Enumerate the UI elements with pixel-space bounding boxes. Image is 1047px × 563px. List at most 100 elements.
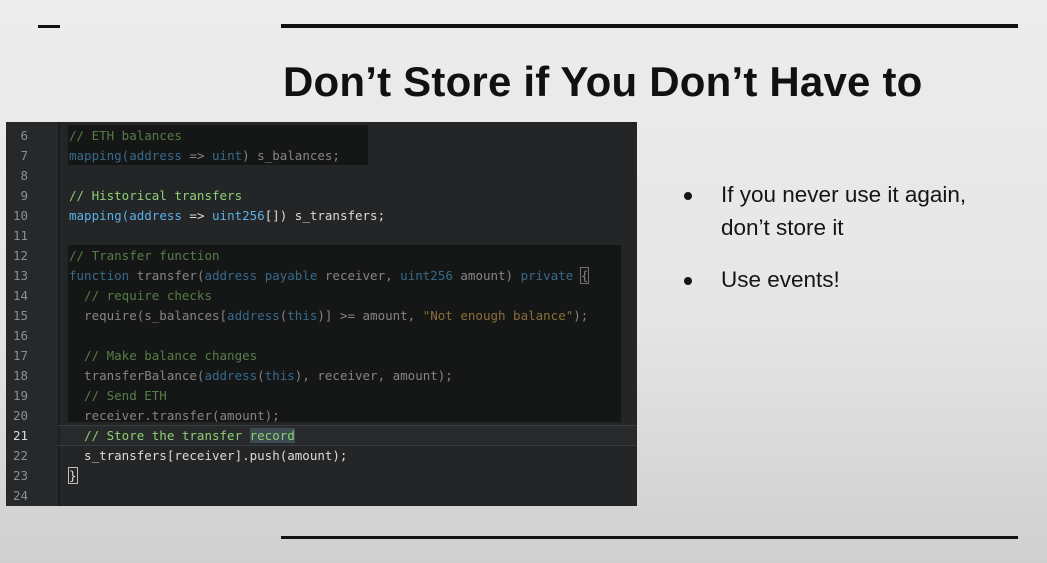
code-text: // Make balance changes xyxy=(69,346,257,366)
code-text: // require checks xyxy=(69,286,212,306)
code-text: mapping(address => uint256[]) s_transfer… xyxy=(69,206,385,226)
top-rule xyxy=(281,24,1018,28)
code-token: ( xyxy=(257,368,265,383)
code-line: 13 function transfer(address payable rece… xyxy=(6,266,637,286)
code-token: uint256 xyxy=(400,268,461,283)
code-text: // Store the transfer record xyxy=(69,426,295,446)
line-number: 11 xyxy=(12,228,28,243)
code-text: // Historical transfers xyxy=(69,186,242,206)
line-number: 17 xyxy=(12,348,28,363)
code-token: record xyxy=(249,428,295,443)
code-token: address xyxy=(204,268,265,283)
corner-dash xyxy=(38,25,60,28)
code-text: mapping(address => uint) s_balances; xyxy=(69,146,340,166)
code-token: ) s_balances; xyxy=(242,148,340,163)
code-token: "Not enough balance" xyxy=(422,308,574,323)
code-token: private xyxy=(520,268,581,283)
bullet-item: Use events! xyxy=(682,263,1011,296)
code-token: // Historical transfers xyxy=(69,188,243,203)
code-token: => xyxy=(181,148,213,163)
code-token: // Send ETH xyxy=(69,388,167,403)
code-token: function xyxy=(69,268,137,283)
line-number: 9 xyxy=(20,188,28,203)
code-token: this xyxy=(264,368,295,383)
code-token: receiver, xyxy=(324,268,401,283)
code-token: // Transfer function xyxy=(69,248,220,263)
code-token: payable xyxy=(264,268,325,283)
line-number: 18 xyxy=(12,368,28,383)
code-line: 18 transferBalance(address(this), receiv… xyxy=(6,366,637,386)
code-token: // Make balance changes xyxy=(69,348,258,363)
line-number: 13 xyxy=(12,268,28,283)
code-token: address xyxy=(129,208,182,223)
code-line: 20 receiver.transfer(amount); xyxy=(6,406,637,426)
code-token: uint256 xyxy=(212,208,265,223)
code-text: receiver.transfer(amount); xyxy=(69,406,280,426)
code-line: 21 // Store the transfer record xyxy=(6,426,637,446)
code-token: // require checks xyxy=(69,288,212,303)
line-number: 7 xyxy=(20,148,28,163)
code-token: => xyxy=(181,208,213,223)
code-line: 11 xyxy=(6,226,637,246)
code-token: { xyxy=(579,267,590,284)
code-token: ), receiver, amount); xyxy=(294,368,453,383)
code-text: transferBalance(address(this), receiver,… xyxy=(69,366,453,386)
code-token: ); xyxy=(573,308,589,323)
bullet-dot-icon xyxy=(684,277,692,285)
code-token: uint xyxy=(212,148,243,163)
line-number: 21 xyxy=(12,428,28,443)
code-line: 16 xyxy=(6,326,637,346)
code-text: s_transfers[receiver].push(amount); xyxy=(69,446,347,466)
slide-title: Don’t Store if You Don’t Have to xyxy=(283,58,923,105)
bottom-rule xyxy=(281,536,1018,539)
code-editor-screenshot: 6// ETH balances 7 mapping(address => uint… xyxy=(6,122,637,506)
code-token: address xyxy=(204,368,258,383)
code-text: // Send ETH xyxy=(69,386,167,406)
bullet-list: If you never use it again, don’t store i… xyxy=(682,178,1011,315)
code-token: // Store the transfer xyxy=(69,428,250,443)
line-number: 10 xyxy=(12,208,28,223)
code-token: } xyxy=(68,467,78,484)
code-text: // Transfer function xyxy=(69,246,220,266)
line-number: 20 xyxy=(12,408,28,423)
code-line: 17 // Make balance changes xyxy=(6,346,637,366)
code-line: 14 // require checks xyxy=(6,286,637,306)
code-line: 10 mapping(address => uint256[]) s_transf… xyxy=(6,206,637,226)
code-text: require(s_balances[address(this)] >= amo… xyxy=(69,306,588,326)
code-token: address xyxy=(129,148,182,163)
code-line: 7 mapping(address => uint) s_balances; xyxy=(6,146,637,166)
bullet-text: If you never use it again, don’t store i… xyxy=(721,182,967,240)
code-token: s_transfers[receiver].push(amount); xyxy=(69,448,348,463)
line-number: 14 xyxy=(12,288,28,303)
code-token: amount) xyxy=(460,268,521,283)
code-line: 6 // ETH balances xyxy=(6,126,637,146)
code-line: 8 xyxy=(6,166,637,186)
line-number: 15 xyxy=(12,308,28,323)
code-line: 9 // Historical transfers xyxy=(6,186,637,206)
code-token: transfer( xyxy=(136,268,205,283)
line-number: 16 xyxy=(12,328,28,343)
code-token: mapping( xyxy=(69,208,130,223)
code-line: 22 s_transfers[receiver].push(amount); xyxy=(6,446,637,466)
bullet-item: If you never use it again, don’t store i… xyxy=(682,178,1011,244)
line-number: 23 xyxy=(12,468,28,483)
code-token: []) s_transfers; xyxy=(264,208,386,223)
code-token: address xyxy=(227,308,280,323)
code-line: 15 require(s_balances[address(this)] >= … xyxy=(6,306,637,326)
code-token: receiver.transfer(amount); xyxy=(69,408,280,423)
code-text: // ETH balances xyxy=(69,126,182,146)
code-token: mapping( xyxy=(69,148,130,163)
line-number: 19 xyxy=(12,388,28,403)
bullet-text: Use events! xyxy=(721,267,840,292)
code-token: this xyxy=(287,308,318,323)
code-line: 12 // Transfer function xyxy=(6,246,637,266)
code-token: require(s_balances[ xyxy=(69,308,228,323)
line-number: 22 xyxy=(12,448,28,463)
line-number: 8 xyxy=(20,168,28,183)
line-number: 12 xyxy=(12,248,28,263)
code-line: 23} xyxy=(6,466,637,486)
code-token: // ETH balances xyxy=(69,128,182,143)
bullet-dot-icon xyxy=(684,192,692,200)
code-token: transferBalance( xyxy=(69,368,205,383)
code-text: function transfer(address payable receiv… xyxy=(69,266,590,286)
